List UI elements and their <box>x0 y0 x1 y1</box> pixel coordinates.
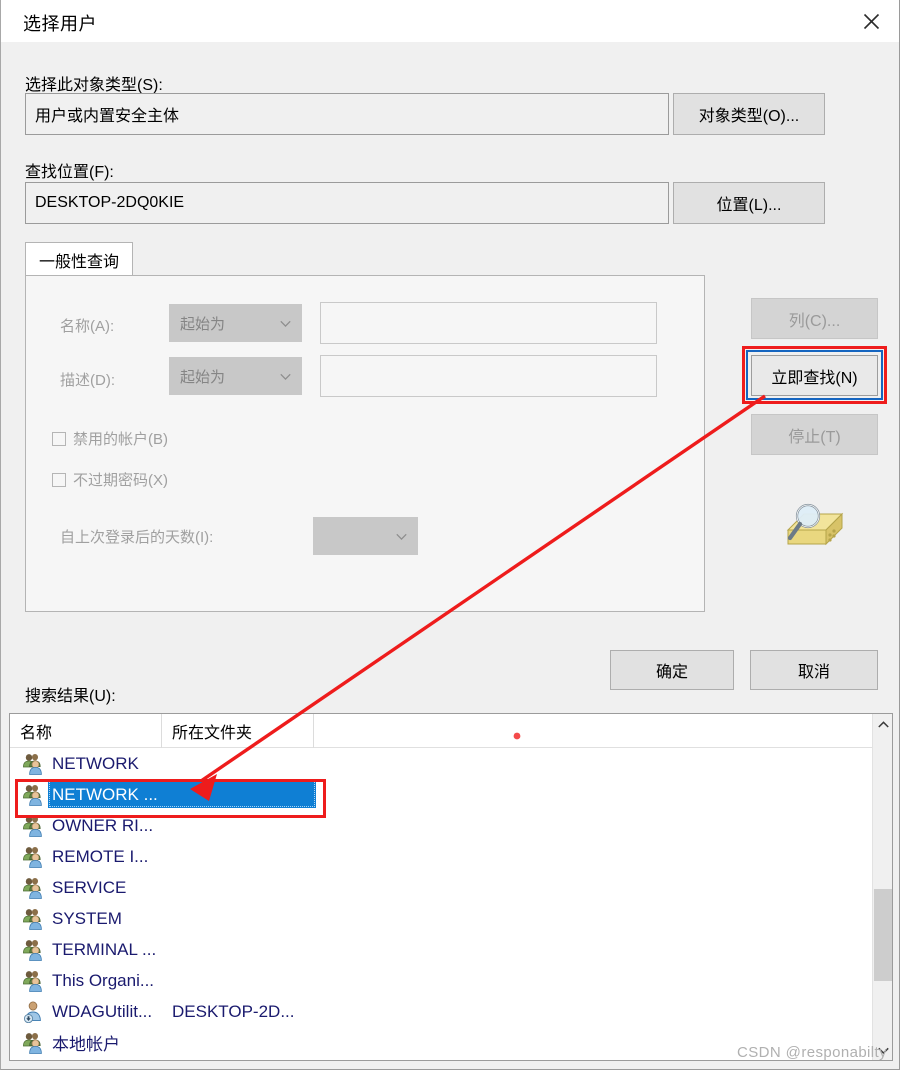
group-icon <box>22 877 46 899</box>
days-since-logon-select[interactable] <box>313 517 418 555</box>
checkbox-box <box>52 472 66 487</box>
group-icon <box>22 815 46 837</box>
group-icon <box>23 971 42 992</box>
group-icon <box>23 847 42 868</box>
table-row[interactable]: NETWORK ... <box>10 779 872 810</box>
row-name: This Organi... <box>52 970 155 990</box>
table-row[interactable]: NETWORK <box>10 748 872 779</box>
row-name: NETWORK <box>52 753 139 773</box>
name-condition-select[interactable]: 起始为 <box>169 304 302 342</box>
column-header-folder[interactable]: 所在文件夹 <box>162 714 314 748</box>
group-icon <box>23 878 42 899</box>
table-row[interactable]: SYSTEM <box>10 903 872 934</box>
name-condition-value: 起始为 <box>180 315 226 333</box>
non-expiring-password-label: 不过期密码(X) <box>73 472 168 489</box>
group-icon <box>23 754 42 775</box>
disabled-accounts-checkbox[interactable]: 禁用的帐户(B) <box>52 428 168 449</box>
results-scrollbar[interactable] <box>872 714 892 1060</box>
watermark: CSDN @responabilty <box>737 1044 887 1061</box>
close-icon <box>863 13 880 29</box>
chevron-down-icon <box>396 528 407 545</box>
row-folder: DESKTOP-2D... <box>172 1001 295 1021</box>
search-results-listview[interactable]: 名称 所在文件夹 NETWORK NETWORK ... OWNER RI... RE… <box>9 713 893 1061</box>
ok-button[interactable]: 确定 <box>610 650 734 690</box>
group-icon <box>22 1032 46 1054</box>
row-name: SYSTEM <box>52 908 122 928</box>
listview-rows: NETWORK NETWORK ... OWNER RI... REMOTE I...… <box>10 748 872 1058</box>
group-icon <box>22 908 46 930</box>
table-row[interactable]: OWNER RI... <box>10 810 872 841</box>
general-query-panel: 名称(A): 起始为 描述(D): 起始为 禁用的帐户(B) 不过期密码(X) … <box>25 275 705 612</box>
scroll-up-button[interactable] <box>873 714 893 734</box>
name-label: 名称(A): <box>60 318 115 335</box>
column-header-spacer <box>314 714 872 748</box>
group-icon <box>23 816 42 837</box>
description-value-input[interactable] <box>320 355 657 397</box>
group-icon <box>22 846 46 868</box>
chevron-down-icon <box>280 368 291 385</box>
description-condition-value: 起始为 <box>180 368 226 386</box>
table-row[interactable]: TERMINAL ... <box>10 934 872 965</box>
table-row[interactable]: SERVICE <box>10 872 872 903</box>
description-label: 描述(D): <box>60 372 115 389</box>
description-condition-select[interactable]: 起始为 <box>169 357 302 395</box>
group-icon <box>22 784 46 806</box>
columns-button[interactable]: 列(C)... <box>751 298 878 339</box>
query-tab-strip: 一般性查询 <box>25 242 705 276</box>
find-now-button[interactable]: 立即查找(N) <box>751 355 878 396</box>
row-name: TERMINAL ... <box>52 939 157 959</box>
object-type-button[interactable]: 对象类型(O)... <box>673 93 825 135</box>
table-row[interactable]: WDAGUtilit... DESKTOP-2D... <box>10 996 872 1027</box>
user-account-icon <box>23 1001 41 1024</box>
chevron-up-icon <box>877 720 889 728</box>
non-expiring-password-checkbox[interactable]: 不过期密码(X) <box>52 469 168 490</box>
magnifier-search-icon <box>780 500 846 552</box>
object-type-label: 选择此对象类型(S): <box>25 77 163 94</box>
group-icon <box>22 753 46 775</box>
chevron-down-icon <box>280 315 291 332</box>
row-name: WDAGUtilit... <box>52 1001 153 1021</box>
row-name: REMOTE I... <box>52 846 149 866</box>
row-name: NETWORK ... <box>52 784 158 804</box>
location-value[interactable]: DESKTOP-2DQ0KIE <box>25 182 669 224</box>
scroll-thumb[interactable] <box>874 889 892 981</box>
select-user-dialog: 选择用户 选择此对象类型(S): 用户或内置安全主体 对象类型(O)... 查找… <box>0 0 900 1070</box>
tab-general-query[interactable]: 一般性查询 <box>25 242 134 276</box>
group-icon <box>22 939 46 961</box>
row-name: SERVICE <box>52 877 127 897</box>
group-icon <box>22 970 46 992</box>
table-row[interactable]: This Organi... <box>10 965 872 996</box>
page-title: 选择用户 <box>23 14 97 34</box>
checkbox-box <box>52 431 66 446</box>
name-value-input[interactable] <box>320 302 657 344</box>
cancel-button[interactable]: 取消 <box>750 650 878 690</box>
user-account-icon <box>22 1001 46 1024</box>
stop-button[interactable]: 停止(T) <box>751 414 878 455</box>
search-results-label: 搜索结果(U): <box>25 688 116 705</box>
close-button[interactable] <box>844 0 899 42</box>
object-type-value[interactable]: 用户或内置安全主体 <box>25 93 669 135</box>
location-label: 查找位置(F): <box>25 164 114 181</box>
row-name: OWNER RI... <box>52 815 154 835</box>
days-since-logon-label: 自上次登录后的天数(I): <box>60 529 214 546</box>
group-icon <box>23 940 42 961</box>
column-header-name[interactable]: 名称 <box>10 714 162 748</box>
group-icon <box>23 785 42 806</box>
table-row[interactable]: REMOTE I... <box>10 841 872 872</box>
location-button[interactable]: 位置(L)... <box>673 182 825 224</box>
group-icon <box>23 909 42 930</box>
listview-header: 名称 所在文件夹 <box>10 714 872 748</box>
group-icon <box>23 1033 42 1054</box>
disabled-accounts-label: 禁用的帐户(B) <box>73 431 168 448</box>
row-name: 本地帐户 <box>52 1035 120 1054</box>
title-bar: 选择用户 <box>1 0 899 42</box>
